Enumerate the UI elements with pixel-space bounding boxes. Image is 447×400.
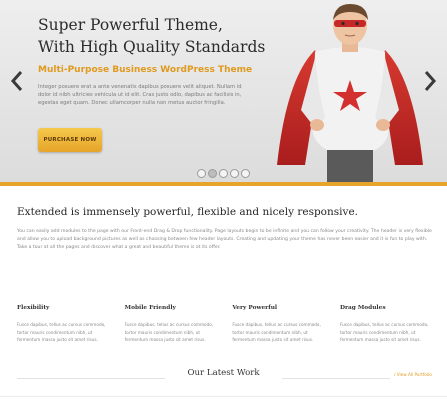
feature-column: Flexibility Fusce dapibus, tellus ac cur…: [17, 305, 107, 344]
section-divider-right: [282, 378, 390, 379]
slider-dot[interactable]: [241, 169, 250, 178]
features-row: Flexibility Fusce dapibus, tellus ac cur…: [17, 305, 430, 344]
feature-column: Drag Modules Fusce dapibus, tellus ac cu…: [340, 305, 430, 344]
slider-dot[interactable]: [219, 169, 228, 178]
feature-title: Drag Modules: [339, 305, 386, 311]
latest-work-heading: Our Latest Work: [187, 368, 260, 378]
chevron-right-icon: [424, 71, 437, 91]
feature-title: Flexibility: [17, 305, 50, 311]
hero-subtitle: Multi-Purpose Business WordPress Theme: [38, 65, 253, 75]
purchase-now-button[interactable]: PURCHASE NOW: [38, 128, 102, 152]
hero-title-line2: With High Quality Standards: [38, 38, 266, 56]
bottom-divider: [0, 396, 447, 397]
feature-title: Very Powerful: [232, 305, 278, 311]
slider-dot[interactable]: [197, 169, 206, 178]
chevron-left-icon: [10, 71, 23, 91]
intro-text: You can easily add modules to the page w…: [17, 229, 432, 250]
hero-title: Super Powerful Theme, With High Quality …: [38, 14, 288, 58]
section-divider-left: [17, 378, 165, 379]
view-all-portfolio-link[interactable]: / View All Portfolio: [394, 372, 432, 377]
feature-text: Fusce dapibus, tellus ac cursus commodo,…: [339, 322, 429, 342]
feature-column: Very Powerful Fusce dapibus, tellus ac c…: [232, 305, 322, 344]
hero-text: Integer posuere erat a ante venenatis da…: [38, 84, 242, 106]
feature-text: Fusce dapibus, tellus ac cursus commodo,…: [124, 322, 214, 342]
feature-text: Fusce dapibus, tellus ac cursus commodo,…: [232, 322, 321, 342]
slider-pagination: [197, 169, 250, 181]
slider-next-button[interactable]: [423, 70, 437, 92]
hero-title-line1: Super Powerful Theme,: [38, 16, 223, 34]
feature-title: Mobile Friendly: [124, 305, 176, 311]
intro-heading: Extended is immensely powerful, flexible…: [17, 206, 358, 218]
feature-text: Fusce dapibus, tellus ac cursus commodo,…: [17, 322, 106, 342]
hero-accent-bar: [0, 182, 447, 186]
slider-dot[interactable]: [230, 169, 239, 178]
slider-prev-button[interactable]: [10, 70, 24, 92]
hero-boy-image: [277, 4, 423, 185]
hero-slider: Super Powerful Theme, With High Quality …: [0, 0, 447, 185]
slider-dot[interactable]: [208, 169, 217, 178]
feature-column: Mobile Friendly Fusce dapibus, tellus ac…: [125, 305, 215, 344]
